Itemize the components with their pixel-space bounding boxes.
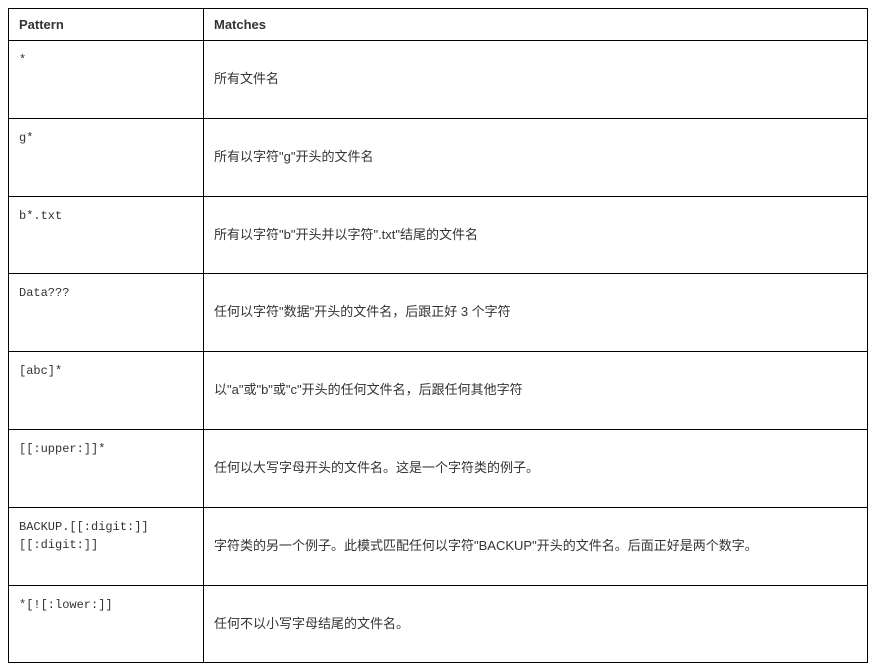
table-row: [[:upper:]]* 任何以大写字母开头的文件名。这是一个字符类的例子。 [9,429,868,507]
matches-cell: 所有文件名 [204,41,868,119]
matches-cell: 字符类的另一个例子。此模式匹配任何以字符"BACKUP"开头的文件名。后面正好是… [204,507,868,585]
pattern-cell: BACKUP.[[:digit:]][[:digit:]] [9,507,204,585]
matches-cell: 所有以字符"g"开头的文件名 [204,118,868,196]
pattern-cell: * [9,41,204,119]
pattern-cell: [abc]* [9,352,204,430]
table-header-row: Pattern Matches [9,9,868,41]
pattern-matches-table: Pattern Matches * 所有文件名 g* 所有以字符"g"开头的文件… [8,8,868,663]
header-matches: Matches [204,9,868,41]
table-row: BACKUP.[[:digit:]][[:digit:]] 字符类的另一个例子。… [9,507,868,585]
matches-cell: 所有以字符"b"开头并以字符".txt"结尾的文件名 [204,196,868,274]
table-row: * 所有文件名 [9,41,868,119]
table-row: g* 所有以字符"g"开头的文件名 [9,118,868,196]
pattern-cell: g* [9,118,204,196]
matches-cell: 任何以大写字母开头的文件名。这是一个字符类的例子。 [204,429,868,507]
table-row: b*.txt 所有以字符"b"开头并以字符".txt"结尾的文件名 [9,196,868,274]
matches-cell: 任何不以小写字母结尾的文件名。 [204,585,868,663]
table-row: [abc]* 以"a"或"b"或"c"开头的任何文件名，后跟任何其他字符 [9,352,868,430]
matches-cell: 以"a"或"b"或"c"开头的任何文件名，后跟任何其他字符 [204,352,868,430]
pattern-cell: [[:upper:]]* [9,429,204,507]
pattern-cell: b*.txt [9,196,204,274]
header-pattern: Pattern [9,9,204,41]
pattern-cell: *[![:lower:]] [9,585,204,663]
table-row: Data??? 任何以字符"数据"开头的文件名，后跟正好 3 个字符 [9,274,868,352]
matches-cell: 任何以字符"数据"开头的文件名，后跟正好 3 个字符 [204,274,868,352]
pattern-cell: Data??? [9,274,204,352]
table-row: *[![:lower:]] 任何不以小写字母结尾的文件名。 [9,585,868,663]
